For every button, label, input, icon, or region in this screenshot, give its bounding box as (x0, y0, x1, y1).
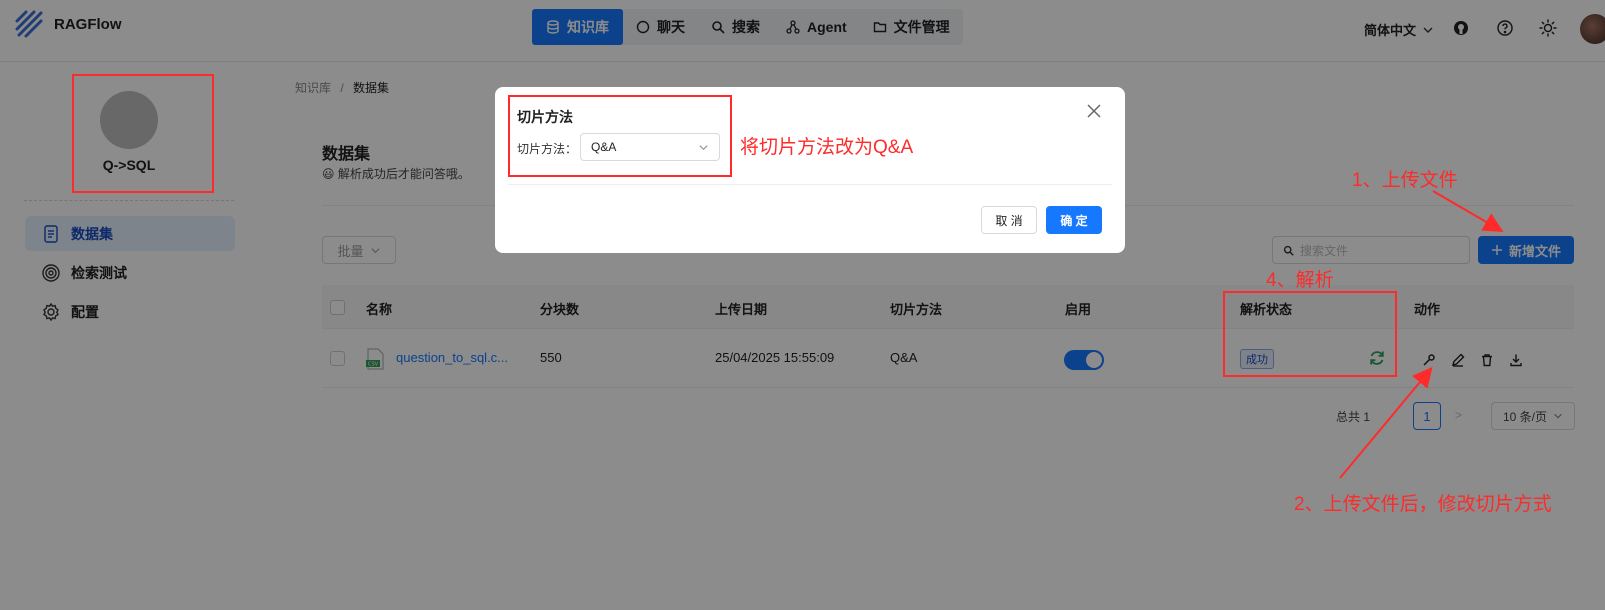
annotation-box-chunk-method (508, 95, 732, 177)
annotation-modal-note: 将切片方法改为Q&A (740, 137, 914, 158)
ok-button[interactable]: 确 定 (1046, 206, 1102, 234)
dialog-divider (508, 184, 1112, 185)
annotation-step2: 2、上传文件后，修改切片方式 (1294, 494, 1552, 515)
close-icon[interactable] (1086, 103, 1102, 119)
annotation-step1: 1、上传文件 (1352, 170, 1458, 191)
cancel-button[interactable]: 取 消 (981, 206, 1037, 234)
annotation-box-kb-name (72, 74, 214, 193)
annotation-step4: 4、解析 (1266, 270, 1334, 291)
annotation-box-parse-status (1223, 291, 1397, 377)
